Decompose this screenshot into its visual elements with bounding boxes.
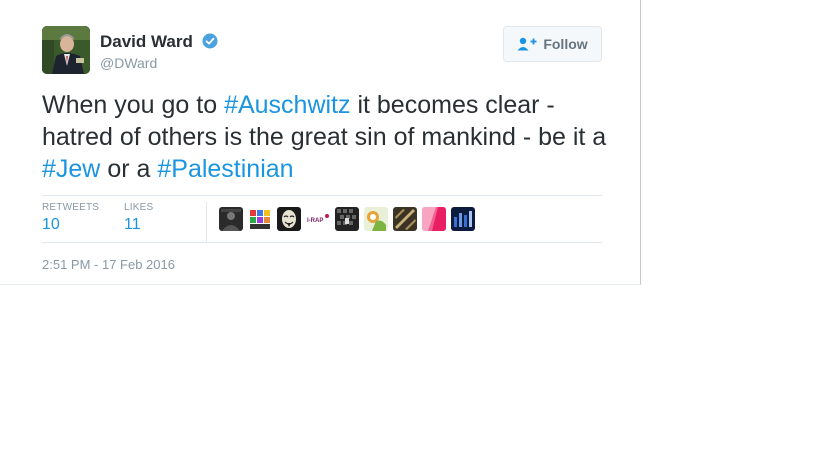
- hashtag-jew-link[interactable]: #Jew: [42, 155, 100, 183]
- likes-stat[interactable]: LIKES 11: [124, 202, 153, 234]
- liker-avatar-6[interactable]: [364, 207, 388, 231]
- tweet-text-segment: When you go to: [42, 91, 225, 119]
- retweets-count[interactable]: 10: [42, 216, 99, 234]
- svg-text:I-RAP: I-RAP: [307, 218, 323, 224]
- tweet-text-segment: or a: [100, 155, 158, 183]
- liker-avatar-8[interactable]: [422, 207, 446, 231]
- liker-avatar-7[interactable]: [393, 207, 417, 231]
- likes-label: LIKES: [124, 202, 154, 213]
- stats-divider-bottom: [42, 242, 602, 243]
- stats-divider-top: [42, 195, 602, 196]
- liker-avatar-1[interactable]: [219, 207, 243, 231]
- stats-separator: [206, 202, 207, 242]
- liker-avatar-3[interactable]: [277, 207, 301, 231]
- user-handle[interactable]: @DWard: [100, 55, 157, 71]
- follow-button-label: Follow: [543, 36, 588, 52]
- retweets-stat[interactable]: RETWEETS 10: [42, 202, 99, 234]
- likes-count[interactable]: 11: [124, 216, 153, 234]
- tweet-text: When you go to #Auschwitz it becomes cle…: [42, 89, 622, 185]
- follow-button[interactable]: Follow: [503, 26, 602, 62]
- hashtag-auschwitz-link[interactable]: #Auschwitz: [224, 91, 350, 119]
- retweets-label: RETWEETS: [42, 202, 100, 213]
- hashtag-palestinian-link[interactable]: #Palestinian: [157, 155, 293, 183]
- add-user-icon: [517, 37, 537, 51]
- likers-avatar-list: I-RAP: [219, 207, 475, 231]
- user-name[interactable]: David Ward: [100, 32, 218, 52]
- user-name-text[interactable]: David Ward: [100, 32, 193, 51]
- liker-avatar-2[interactable]: [248, 207, 272, 231]
- tweet-timestamp[interactable]: 2:51 PM - 17 Feb 2016: [42, 257, 175, 272]
- tweet-card: David Ward @DWard Follow When you go to …: [0, 0, 641, 285]
- user-avatar[interactable]: [42, 26, 90, 74]
- liker-avatar-9[interactable]: [451, 207, 475, 231]
- liker-avatar-4[interactable]: I-RAP: [306, 207, 330, 231]
- liker-avatar-5[interactable]: [335, 207, 359, 231]
- verified-badge-icon: [202, 33, 218, 49]
